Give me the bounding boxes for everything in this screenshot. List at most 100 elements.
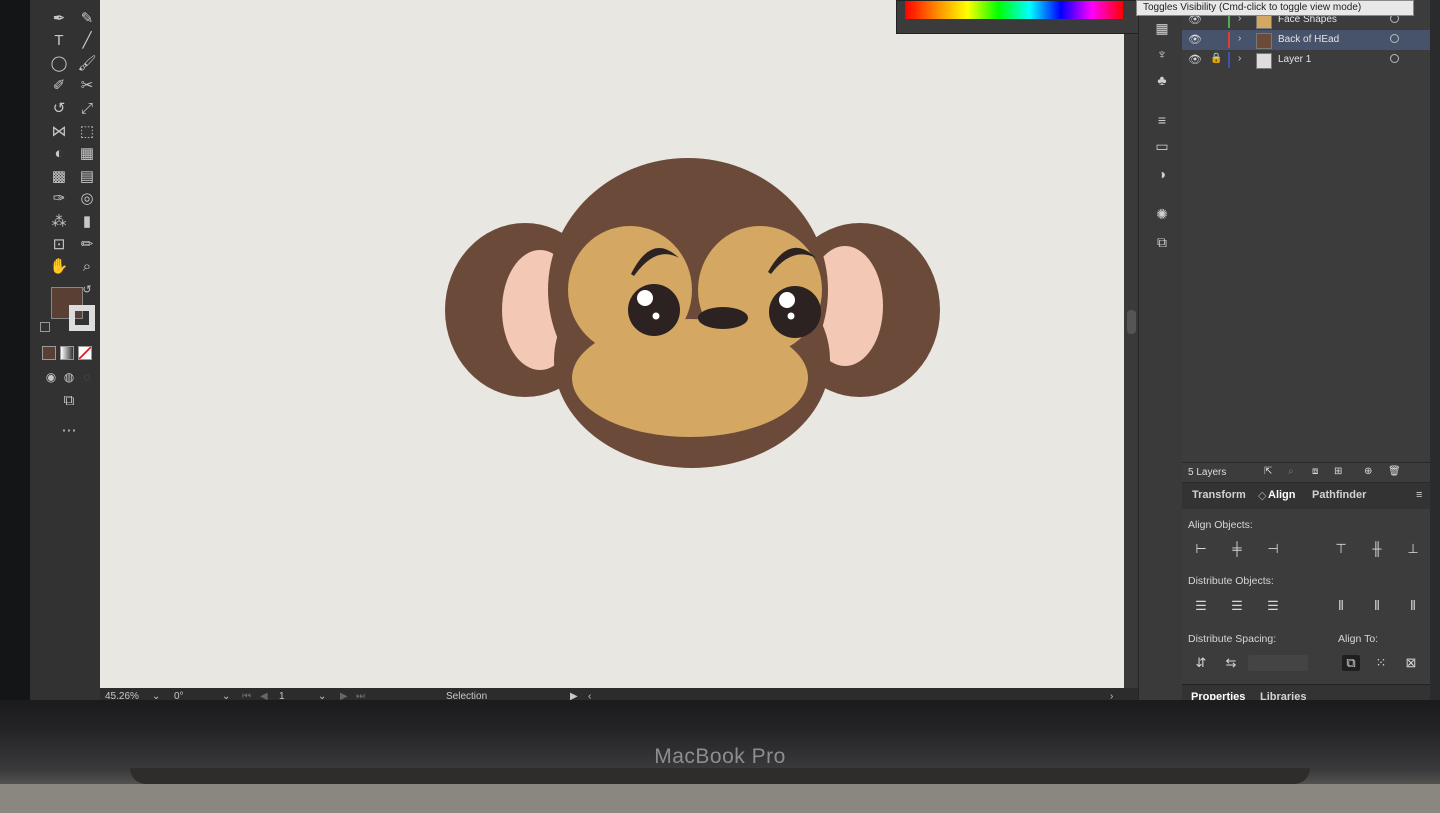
more-tools-icon[interactable]: ⋯ [56, 420, 82, 440]
layer-name[interactable]: Layer 1 [1278, 54, 1311, 65]
graph-icon[interactable]: ▮ [76, 211, 98, 231]
shaper-icon[interactable]: ✐ [48, 76, 70, 96]
color-mode-icon[interactable] [42, 346, 56, 360]
layer-row-layer-1[interactable]: 👁 🔒 › Layer 1 [1182, 50, 1430, 70]
artboard-canvas[interactable] [100, 0, 1124, 688]
stroke-panel-icon[interactable]: ≡ [1153, 112, 1171, 128]
muzzle-shape[interactable] [572, 319, 808, 437]
visibility-eye-icon[interactable]: 👁 [1188, 33, 1202, 46]
align-to-key-object-icon[interactable]: ⧉ [1342, 655, 1360, 671]
ellipse-icon[interactable]: ◯ [48, 53, 70, 73]
line-icon[interactable]: ╱ [76, 31, 98, 51]
desk-surface [0, 784, 1440, 813]
gradient-panel-icon[interactable]: ▭ [1153, 138, 1171, 154]
align-top-icon[interactable]: ⊤ [1332, 541, 1350, 557]
zoom-icon[interactable]: ⌕ [76, 257, 98, 277]
locate-object-icon[interactable]: ⌕ [1288, 466, 1294, 477]
symbols-icon[interactable]: ♣ [1153, 72, 1171, 88]
curvature-icon[interactable]: ✎ [76, 8, 98, 28]
layer-target-icon[interactable] [1390, 34, 1399, 43]
layer-target-icon[interactable] [1390, 54, 1399, 63]
panel-dock: ▦ ♆ ♣ ≡ ▭ ◑ ✺ ⧉ [1138, 0, 1183, 712]
swap-colors-icon[interactable]: ↺ [80, 283, 94, 297]
left-eye-shape[interactable] [628, 284, 680, 336]
distribute-right-icon[interactable]: ⦀ [1404, 598, 1422, 614]
shape-builder-icon[interactable]: ◐ [48, 144, 70, 164]
horizontal-distribute-space-icon[interactable]: ⇆ [1222, 655, 1240, 671]
align-to-selection-icon[interactable]: ⁙ [1372, 655, 1390, 671]
distribute-spacing-label: Distribute Spacing: [1188, 633, 1277, 645]
distribute-horizontal-center-icon[interactable]: ⦀ [1368, 598, 1386, 614]
screen-bezel [0, 0, 30, 700]
slice-icon[interactable]: ✏ [76, 234, 98, 254]
default-colors-icon[interactable] [40, 322, 50, 332]
align-left-icon[interactable]: ⊢ [1192, 541, 1210, 557]
spacing-value-input[interactable] [1248, 655, 1308, 671]
align-right-icon[interactable]: ⊣ [1264, 541, 1282, 557]
type-icon[interactable]: T [48, 31, 70, 51]
lock-icon[interactable]: 🔒 [1210, 53, 1222, 64]
make-clipping-mask-icon[interactable]: ⧈ [1312, 466, 1318, 477]
mesh-icon[interactable]: ▩ [48, 166, 70, 186]
gradient-icon[interactable]: ▤ [76, 166, 98, 186]
layer-color-bar [1228, 52, 1230, 68]
symbol-sprayer-icon[interactable]: ⁂ [48, 211, 70, 231]
layer-row-back-of-head[interactable]: 👁 › Back of HEad [1182, 30, 1430, 50]
scrollbar-thumb[interactable] [1127, 310, 1136, 334]
perspective-icon[interactable]: ▦ [76, 144, 98, 164]
scissors-icon[interactable]: ✂ [76, 76, 98, 96]
laptop-hinge [130, 768, 1310, 784]
pen-icon[interactable]: ✒ [48, 8, 70, 28]
tab-transform[interactable]: Transform [1192, 489, 1246, 501]
monkey-illustration[interactable] [100, 0, 1124, 688]
layer-name[interactable]: Back of HEad [1278, 34, 1339, 45]
gradient-mode-icon[interactable] [60, 346, 74, 360]
laptop-brand-label: MacBook Pro [654, 745, 786, 768]
right-eye-highlight-small [787, 312, 795, 320]
canvas-vertical-scrollbar[interactable] [1124, 0, 1138, 688]
distribute-objects-label: Distribute Objects: [1188, 575, 1274, 587]
align-panel: Transform ◇ Align Pathfinder ≡ Align Obj… [1182, 482, 1430, 685]
delete-layer-icon[interactable]: 🗑 [1388, 466, 1401, 477]
align-bottom-icon[interactable]: ⊥ [1404, 541, 1422, 557]
tab-pathfinder[interactable]: Pathfinder [1312, 489, 1366, 501]
distribute-left-icon[interactable]: ⦀ [1332, 598, 1350, 614]
stroke-color-swatch[interactable] [69, 305, 95, 331]
scale-icon[interactable]: ⤢ [76, 98, 98, 118]
swatches-icon[interactable]: ▦ [1153, 20, 1171, 36]
visibility-eye-icon[interactable]: 👁 [1188, 53, 1202, 66]
screen-mode-icon[interactable]: ⧉ [56, 390, 82, 410]
align-horizontal-center-icon[interactable]: ╪ [1228, 541, 1246, 557]
new-layer-icon[interactable]: ⊕ [1364, 466, 1372, 477]
appearance-icon[interactable]: ✺ [1153, 206, 1171, 222]
color-spectrum[interactable] [905, 1, 1123, 19]
panel-menu-icon[interactable]: ≡ [1416, 489, 1422, 501]
width-icon[interactable]: ⋈ [48, 121, 70, 141]
draw-inside-icon[interactable]: ◌ [76, 367, 98, 387]
vertical-distribute-space-icon[interactable]: ⇵ [1192, 655, 1210, 671]
paintbrush-icon[interactable]: 🖌 [76, 53, 98, 73]
blend-icon[interactable]: ◎ [76, 189, 98, 209]
eyedropper-icon[interactable]: ✑ [48, 189, 70, 209]
transparency-icon[interactable]: ◑ [1153, 166, 1171, 182]
graphic-styles-icon[interactable]: ⧉ [1153, 234, 1171, 250]
none-mode-icon[interactable] [78, 346, 92, 360]
align-to-artboard-icon[interactable]: ⊠ [1402, 655, 1420, 671]
hand-icon[interactable]: ✋ [48, 257, 70, 277]
expand-chevron-icon[interactable]: › [1238, 33, 1241, 44]
export-icon[interactable]: ⇱ [1264, 466, 1272, 477]
align-vertical-center-icon[interactable]: ╫ [1368, 541, 1386, 557]
nose-shape[interactable] [698, 307, 748, 329]
distribute-bottom-icon[interactable]: ☰ [1264, 598, 1282, 614]
right-eye-shape[interactable] [769, 286, 821, 338]
layer-thumbnail [1256, 53, 1272, 69]
tab-align[interactable]: Align [1268, 489, 1296, 501]
distribute-top-icon[interactable]: ☰ [1192, 598, 1210, 614]
expand-chevron-icon[interactable]: › [1238, 53, 1241, 64]
artboard-icon[interactable]: ⊡ [48, 234, 70, 254]
free-transform-icon[interactable]: ⬚ [76, 121, 98, 141]
brushes-icon[interactable]: ♆ [1153, 46, 1171, 62]
distribute-vertical-center-icon[interactable]: ☰ [1228, 598, 1246, 614]
rotate-icon[interactable]: ↺ [48, 98, 70, 118]
new-sublayer-icon[interactable]: ⊞ [1334, 466, 1342, 477]
